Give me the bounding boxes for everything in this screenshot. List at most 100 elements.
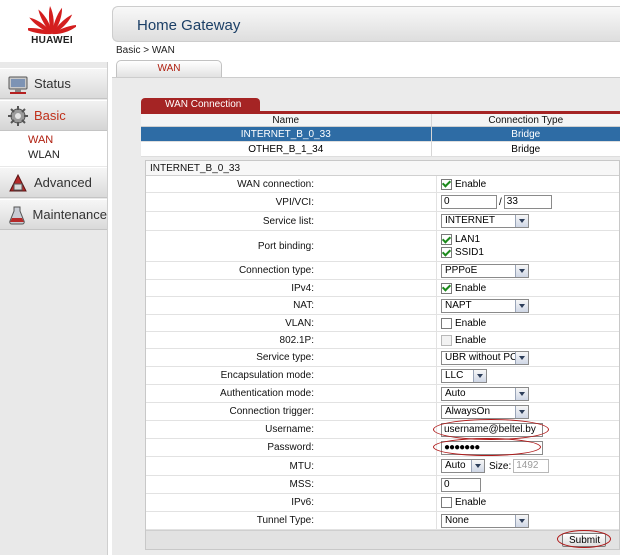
mtu-select[interactable]: Auto <box>441 459 485 473</box>
maintenance-icon <box>4 202 31 228</box>
form-value: PPPoE <box>436 262 529 279</box>
table-row[interactable]: OTHER_B_1_34 Bridge <box>141 141 620 157</box>
mtu-label: MTU: <box>289 460 314 472</box>
selected-value: UBR without PCR <box>445 351 525 363</box>
wan-config-form: INTERNET_B_0_33 WAN connection: Enable V… <box>145 160 620 550</box>
chevron-down-icon <box>515 514 528 527</box>
lan1-checkbox[interactable] <box>441 234 452 245</box>
ssid1-checkbox[interactable] <box>441 247 452 258</box>
form-value: LAN1 SSID1 <box>436 231 484 261</box>
form-value: Enable <box>436 280 486 296</box>
form-value: INTERNET <box>436 212 529 230</box>
form-row-nat: NAT: NAPT <box>146 297 619 315</box>
password-input[interactable]: ●●●●●●● <box>441 440 543 455</box>
size-input[interactable]: 1492 <box>513 459 550 473</box>
connection-type-label: Connection type: <box>238 265 314 276</box>
form-value: Auto <box>436 385 529 402</box>
ipv4-checkbox[interactable] <box>441 282 452 294</box>
sidebar-item-advanced[interactable]: Advanced <box>0 167 107 198</box>
encapsulation-label: Encapsulation mode: <box>220 370 314 381</box>
selected-value: AlwaysOn <box>445 405 491 417</box>
sidebar-item-basic[interactable]: Basic <box>0 100 107 131</box>
selected-value: INTERNET <box>445 215 495 226</box>
port-label: SSID1 <box>455 247 484 258</box>
tab-wan[interactable]: WAN <box>116 60 222 77</box>
port-option: SSID1 <box>441 247 484 258</box>
trigger-select[interactable]: AlwaysOn <box>441 404 529 419</box>
enable-label: Enable <box>455 178 487 190</box>
chevron-down-icon <box>515 299 528 312</box>
connection-name-cell: INTERNET_B_0_33 <box>141 126 432 142</box>
wan-connection-checkbox[interactable] <box>441 178 452 190</box>
trigger-label: Connection trigger: <box>229 406 315 417</box>
vpi-vci-separator: / <box>499 196 502 208</box>
form-value: 0 / 33 <box>436 193 552 211</box>
sidebar-item-status[interactable]: Status <box>0 68 107 99</box>
mss-input[interactable]: 0 <box>441 477 481 492</box>
form-row-vlan: VLAN: Enable <box>146 315 619 332</box>
service-list-label: Service list: <box>262 215 314 227</box>
form-value: 0 <box>436 476 481 493</box>
form-row-port-binding: Port binding: LAN1 SSID1 <box>146 231 619 262</box>
vci-input[interactable]: 33 <box>503 195 552 209</box>
selected-value: NAPT <box>445 299 472 311</box>
column-header-name: Name <box>141 111 432 127</box>
sidebar-subitem-wan[interactable]: WAN <box>0 133 107 148</box>
wan-connection-label: WAN connection: <box>237 178 314 190</box>
chevron-down-icon <box>515 264 528 277</box>
form-row-connection-type: Connection type: PPPoE <box>146 262 619 280</box>
wan-connection-table: Name Connection Type INTERNET_B_0_33 Bri… <box>141 111 620 157</box>
ipv6-label: IPv6: <box>291 497 314 508</box>
submit-button[interactable]: Submit <box>562 533 606 547</box>
chevron-down-icon <box>515 387 528 400</box>
nat-label: NAT: <box>293 300 314 311</box>
form-row-service-list: Service list: INTERNET <box>146 212 619 231</box>
table-row[interactable]: INTERNET_B_0_33 Bridge <box>141 126 620 142</box>
sidebar-subitem-wlan[interactable]: WLAN <box>0 148 107 163</box>
connection-type-cell: Bridge <box>431 141 620 157</box>
connection-type-cell: Bridge <box>431 126 620 142</box>
vpi-vci-label: VPI/VCI: <box>275 196 314 208</box>
selected-value: PPPoE <box>445 264 478 276</box>
sidebar-item-label: Status <box>34 76 71 91</box>
vlan-label: VLAN: <box>285 317 314 329</box>
logo-area: HUAWEI <box>0 0 110 62</box>
ipv6-checkbox[interactable] <box>441 497 452 508</box>
size-label: Size: <box>489 460 512 472</box>
form-value: username@beltel.by <box>436 421 543 438</box>
sidebar-item-label: Basic <box>34 108 66 123</box>
table-header-row: Name Connection Type <box>141 111 620 127</box>
form-value: Enable <box>436 176 486 192</box>
service-type-select[interactable]: UBR without PCR <box>441 350 529 365</box>
form-row-tunnel: Tunnel Type: None <box>146 512 619 530</box>
chevron-down-icon <box>515 351 528 364</box>
form-row-password: Password: ●●●●●●● <box>146 438 619 457</box>
form-row-authentication: Authentication mode: Auto <box>146 385 619 403</box>
nat-select[interactable]: NAPT <box>441 298 529 313</box>
service-type-label: Service type: <box>256 352 314 363</box>
page-title: Home Gateway <box>137 17 241 34</box>
form-row-trigger: Connection trigger: AlwaysOn <box>146 403 619 421</box>
sidebar-item-maintenance[interactable]: Maintenance <box>0 199 107 230</box>
form-row-mtu: MTU: Auto Size: 1492 <box>146 457 619 476</box>
advanced-icon <box>4 170 32 196</box>
service-list-select[interactable]: INTERNET <box>441 214 529 228</box>
form-value: ●●●●●●● <box>436 439 543 456</box>
mss-label: MSS: <box>289 479 314 490</box>
selected-value: Auto <box>445 460 466 471</box>
encapsulation-select[interactable]: LLC <box>441 368 487 383</box>
vlan-checkbox[interactable] <box>441 317 452 329</box>
tunnel-select[interactable]: None <box>441 513 529 528</box>
authentication-label: Authentication mode: <box>220 388 314 399</box>
basic-icon <box>4 103 32 129</box>
form-row-mss: MSS: 0 <box>146 476 619 494</box>
form-row-username: Username: username@beltel.by <box>146 419 619 440</box>
username-input[interactable]: username@beltel.by <box>441 422 543 437</box>
vpi-input[interactable]: 0 <box>441 195 497 209</box>
p8021-checkbox[interactable] <box>441 334 452 346</box>
sidebar: Status Basic WAN WLAN Advanced Maintenan… <box>0 62 108 555</box>
authentication-select[interactable]: Auto <box>441 386 529 401</box>
connection-type-select[interactable]: PPPoE <box>441 263 529 278</box>
form-value: AlwaysOn <box>436 403 529 420</box>
sidebar-item-label: Maintenance <box>32 207 107 222</box>
